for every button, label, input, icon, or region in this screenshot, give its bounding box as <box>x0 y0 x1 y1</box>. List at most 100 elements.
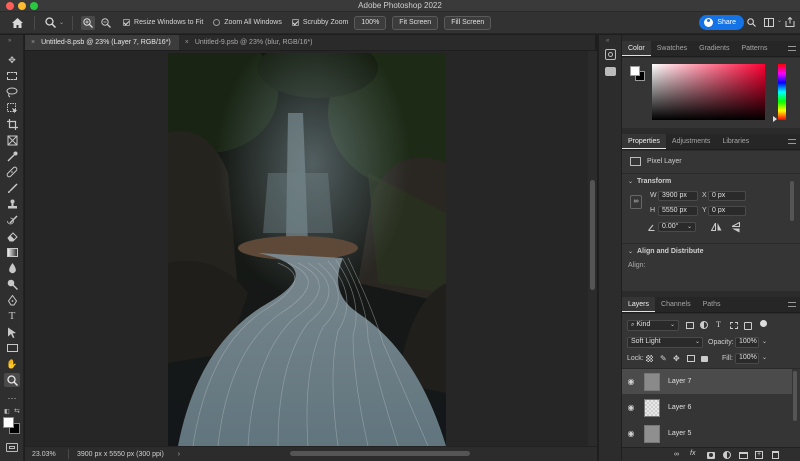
crop-tool-icon[interactable] <box>4 117 20 131</box>
path-selection-tool-icon[interactable] <box>4 325 20 339</box>
history-brush-tool-icon[interactable] <box>4 213 20 227</box>
hue-slider-handle[interactable] <box>773 116 777 122</box>
checkbox-checked[interactable] <box>123 19 131 26</box>
object-selection-tool-icon[interactable] <box>4 101 20 115</box>
layer-row-layer-7[interactable]: ◉ Layer 7 <box>622 369 792 394</box>
tab-untitled-8[interactable]: × Untitled-8.psb @ 23% (Layer 7, RGB/16*) <box>25 35 179 50</box>
frame-tool-icon[interactable] <box>4 133 20 147</box>
zoom-in-icon[interactable] <box>81 15 96 30</box>
tab-layers[interactable]: Layers <box>622 297 656 312</box>
layer-mask-icon[interactable] <box>707 452 715 459</box>
layer-row-layer-5[interactable]: ◉ Layer 5 <box>622 421 792 446</box>
layer-row-layer-6[interactable]: ◉ Layer 6 <box>622 395 792 420</box>
tab-channels[interactable]: Channels <box>655 297 697 312</box>
radio-unchecked[interactable] <box>213 19 221 26</box>
close-tab-icon[interactable]: × <box>31 39 35 46</box>
blend-mode-dropdown[interactable]: Soft Light <box>627 337 703 348</box>
lock-transparent-icon[interactable] <box>646 355 653 362</box>
default-colors-icon[interactable]: ◧ <box>4 408 10 415</box>
type-tool-icon[interactable]: T <box>4 309 20 323</box>
layers-scrollbar-thumb[interactable] <box>793 371 797 421</box>
zoom-value-field[interactable]: 100% <box>354 15 387 30</box>
tab-libraries[interactable]: Libraries <box>716 134 755 149</box>
scrubby-zoom-checkbox[interactable]: Scrubby Zoom <box>291 19 348 26</box>
color-field[interactable] <box>652 64 765 120</box>
chevron-down-icon[interactable]: ⌄ <box>777 17 782 24</box>
zoom-all-windows-radio[interactable]: Zoom All Windows <box>213 19 282 26</box>
filter-toggle-icon[interactable] <box>760 320 767 327</box>
lock-position-icon[interactable]: ✥ <box>673 354 680 363</box>
blur-tool-icon[interactable] <box>4 261 20 275</box>
lasso-tool-icon[interactable] <box>4 85 20 99</box>
chevron-right-icon[interactable]: › <box>178 451 180 458</box>
filter-shape-icon[interactable] <box>730 322 738 329</box>
dodge-tool-icon[interactable] <box>4 277 20 291</box>
trash-icon[interactable] <box>772 451 779 459</box>
chevron-down-icon[interactable]: ⌄ <box>687 223 692 230</box>
rectangle-tool-icon[interactable] <box>4 341 20 355</box>
resize-windows-checkbox[interactable]: Resize Windows to Fit <box>123 19 203 26</box>
comments-panel-icon[interactable] <box>605 67 616 76</box>
home-icon[interactable] <box>10 16 24 30</box>
link-layers-icon[interactable]: ∞ <box>674 451 679 458</box>
healing-brush-tool-icon[interactable] <box>4 165 20 179</box>
group-folder-icon[interactable] <box>739 452 748 459</box>
eye-icon[interactable]: ◉ <box>622 403 640 412</box>
chevron-down-icon[interactable]: ⌄ <box>670 321 675 328</box>
chevron-down-icon[interactable]: ⌄ <box>762 338 767 345</box>
horizontal-scrollbar-thumb[interactable] <box>290 451 470 456</box>
properties-scrollbar-thumb[interactable] <box>790 181 794 221</box>
workspace-layout-icon[interactable] <box>764 18 774 27</box>
eye-icon[interactable]: ◉ <box>622 429 640 438</box>
document-canvas-image[interactable] <box>168 53 446 446</box>
flip-horizontal-icon[interactable] <box>710 222 722 233</box>
foreground-color-swatch[interactable] <box>3 417 14 428</box>
fill-field[interactable]: 100% <box>735 353 759 364</box>
filter-adjustment-icon[interactable] <box>700 321 708 329</box>
zoom-out-icon[interactable] <box>99 16 113 30</box>
x-position-field[interactable]: 0 px <box>708 191 746 201</box>
hand-tool-icon[interactable]: ✋ <box>4 357 20 371</box>
width-field[interactable]: 3900 px <box>658 191 698 201</box>
link-dimensions-icon[interactable]: ∞ <box>630 195 642 209</box>
new-layer-icon[interactable]: + <box>755 451 763 459</box>
fit-screen-button[interactable]: Fit Screen <box>392 15 439 30</box>
y-position-field[interactable]: 0 px <box>708 206 746 216</box>
tab-patterns[interactable]: Patterns <box>735 41 773 56</box>
search-icon[interactable] <box>747 18 756 29</box>
zoom-level[interactable]: 23.03% <box>32 451 68 458</box>
panel-menu-icon[interactable] <box>788 139 796 144</box>
chevron-down-icon[interactable]: ⌄ <box>695 338 700 345</box>
pen-tool-icon[interactable] <box>4 293 20 307</box>
share-button[interactable]: Share <box>699 15 744 30</box>
chevron-down-icon[interactable]: ⌄ <box>762 354 767 361</box>
collapse-icon[interactable]: « <box>606 38 609 44</box>
tab-gradients[interactable]: Gradients <box>693 41 735 56</box>
marquee-tool-icon[interactable] <box>4 69 20 83</box>
eyedropper-tool-icon[interactable] <box>4 149 20 163</box>
panel-menu-icon[interactable] <box>788 302 796 307</box>
share-export-icon[interactable] <box>785 16 795 29</box>
zoom-tool-icon[interactable] <box>4 373 20 387</box>
fill-screen-button[interactable]: Fill Screen <box>444 15 492 30</box>
close-tab-icon[interactable]: × <box>185 39 189 46</box>
gradient-tool-icon[interactable] <box>4 245 20 259</box>
flip-vertical-icon[interactable] <box>731 221 740 235</box>
hue-slider[interactable] <box>778 64 786 120</box>
filter-type-icon[interactable]: T <box>716 320 721 329</box>
chevron-down-icon[interactable]: ⌄ <box>628 248 633 255</box>
lock-artboard-icon[interactable] <box>687 355 695 362</box>
lock-image-brush-icon[interactable]: ✎ <box>660 354 667 363</box>
chevron-down-icon[interactable]: ⌄ <box>628 178 633 185</box>
tab-color[interactable]: Color <box>622 41 651 56</box>
opacity-field[interactable]: 100% <box>735 337 759 348</box>
vertical-scrollbar-thumb[interactable] <box>590 180 595 290</box>
eraser-tool-icon[interactable] <box>4 229 20 243</box>
swap-colors-icon[interactable]: ⇆ <box>14 407 20 415</box>
zoom-tool-icon[interactable]: ⌄ <box>45 17 64 28</box>
history-panel-icon[interactable] <box>605 49 616 60</box>
adjustment-layer-icon[interactable] <box>723 451 731 459</box>
height-field[interactable]: 5550 px <box>658 206 698 216</box>
foreground-color-chip[interactable] <box>630 66 640 76</box>
tab-adjustments[interactable]: Adjustments <box>666 134 717 149</box>
